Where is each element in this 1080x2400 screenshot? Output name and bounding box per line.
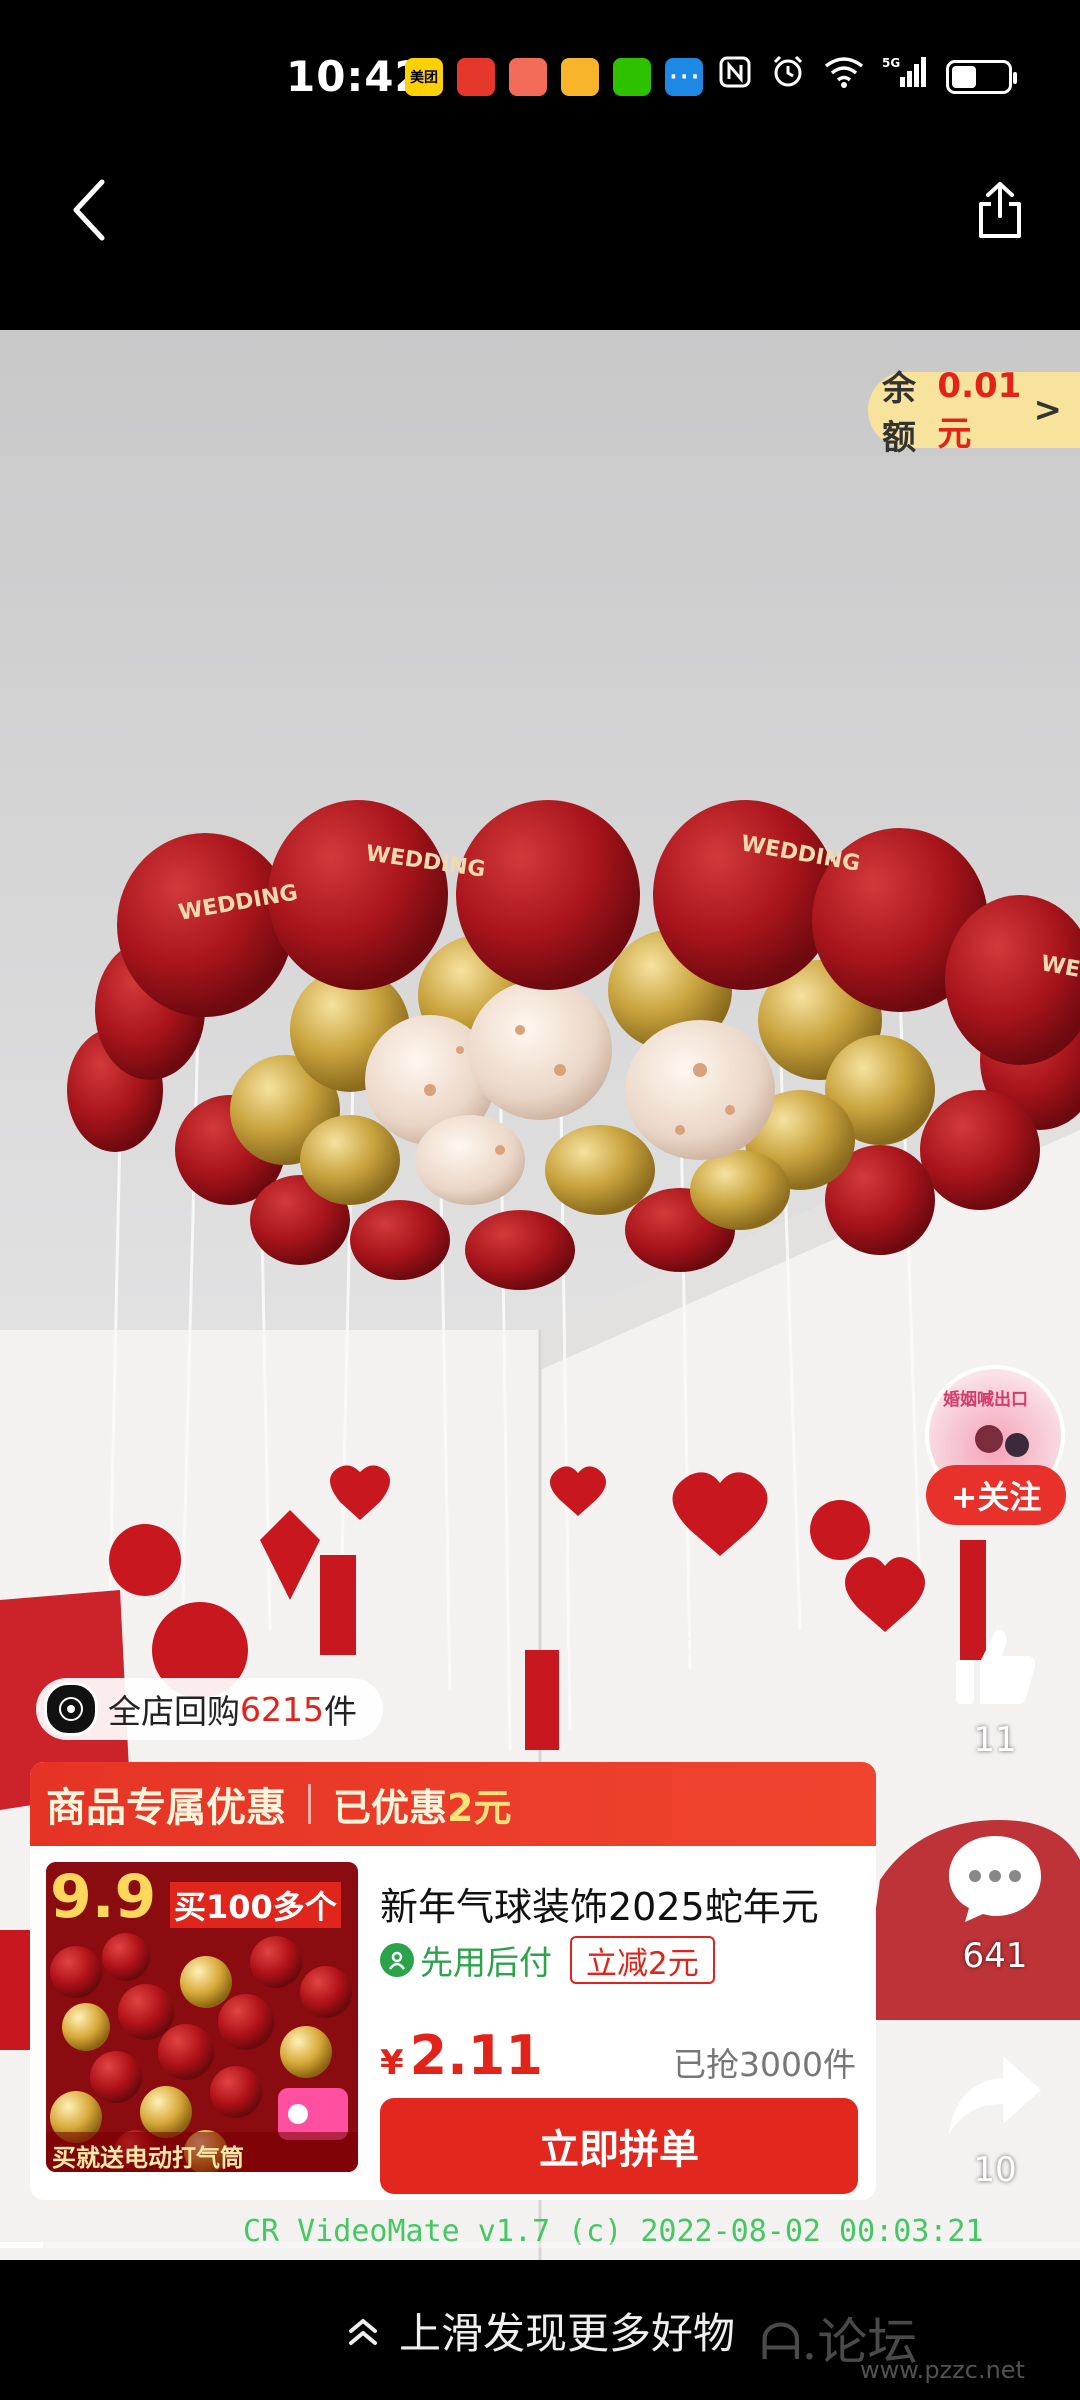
repurchase-count: 6215 xyxy=(240,1689,324,1729)
swipe-up-hint[interactable]: 上滑发现更多好物 xyxy=(0,2300,1080,2361)
comment-icon xyxy=(949,1836,1041,1922)
balance-label: 余额 xyxy=(882,369,916,458)
price-value: 2.11 xyxy=(409,2024,543,2087)
product-thumbnail[interactable]: 9.9 买100多个 买就送电动打气筒 xyxy=(46,1862,358,2172)
discount-applied-amount: 2元 xyxy=(447,1785,512,1830)
alarm-icon xyxy=(770,54,806,99)
thumb-promo-price: 9.9 xyxy=(50,1862,157,1932)
bottom-bar: 上滑发现更多好物 ᗩ.论坛 www.pzzc.net xyxy=(0,2260,1080,2400)
forward-arrow-icon xyxy=(949,2056,1041,2134)
meituan-icon: 美团 xyxy=(405,58,443,96)
back-button[interactable] xyxy=(50,170,130,250)
swipe-up-label: 上滑发现更多好物 xyxy=(398,2309,735,2358)
like-button[interactable]: 11 xyxy=(935,1620,1055,1760)
signal-icon: 5G xyxy=(882,55,928,98)
pay-later-label: 先用后付 xyxy=(420,1943,552,1982)
product-price: ¥ 2.11 xyxy=(380,2024,543,2087)
thumbs-up-icon xyxy=(956,1629,1036,1705)
wechat-icon xyxy=(613,58,651,96)
discount-tag: 立减2元 xyxy=(570,1936,715,1984)
app-red-icon xyxy=(457,58,495,96)
header-divider xyxy=(308,1784,311,1824)
more-icon: ··· xyxy=(668,56,701,97)
status-bar: 10:42 美团 ··· 5G xyxy=(0,0,1080,160)
top-nav xyxy=(0,160,1080,330)
pay-later-tag: 先用后付 xyxy=(380,1936,552,1984)
wifi-icon xyxy=(824,56,864,97)
network-label: 5G xyxy=(882,56,900,70)
comment-count: 641 xyxy=(962,1936,1028,1976)
balance-amount: 0.01元 xyxy=(937,365,1022,454)
notification-icons: 美团 xyxy=(405,58,703,96)
svg-text:地: 地 xyxy=(665,1687,691,1717)
double-chevron-up-icon xyxy=(348,2318,377,2345)
product-card[interactable]: 商品专属优惠 已优惠2元 9.9 买100多个 买就送电动打气筒 新年气球装饰2… xyxy=(30,1762,876,2200)
product-title[interactable]: 新年气球装饰2025蛇年元 xyxy=(380,1876,860,1931)
video-player[interactable]: WEDDING WEDDING WEDDING WED 天长地 余额 0.01元… xyxy=(0,330,1080,2260)
like-count: 11 xyxy=(973,1720,1017,1760)
repurchase-suffix: 件 xyxy=(323,1692,357,1731)
sold-count: 已抢3000件 xyxy=(673,2045,856,2084)
chevron-left-icon xyxy=(73,179,105,241)
app-pig-icon xyxy=(509,58,547,96)
store-repurchase-badge[interactable]: 全店回购 6215 件 xyxy=(36,1678,383,1740)
currency-symbol: ¥ xyxy=(380,2043,404,2083)
comment-button[interactable]: 641 xyxy=(935,1830,1055,1976)
balance-pill[interactable]: 余额 0.01元 > xyxy=(868,366,1080,458)
repurchase-prefix: 全店回购 xyxy=(108,1692,240,1731)
exclusive-offer-title: 商品专属优惠 xyxy=(46,1785,286,1831)
product-tags: 先用后付 立减2元 xyxy=(380,1936,715,1984)
battery-icon xyxy=(946,59,1018,94)
svg-text:天: 天 xyxy=(665,1627,691,1657)
store-logo-icon xyxy=(44,1682,98,1736)
svg-text:长: 长 xyxy=(665,1657,691,1687)
thumb-promo-text: 买100多个 xyxy=(170,1882,341,1928)
share-count: 10 xyxy=(973,2150,1017,2190)
video-progress-fill xyxy=(0,2242,43,2248)
thumb-bottom-text: 买就送电动打气筒 xyxy=(52,2144,244,2172)
chevron-right-icon: > xyxy=(1033,390,1063,430)
share-icon xyxy=(979,182,1021,238)
nfc-icon xyxy=(718,55,752,98)
clock: 10:42 xyxy=(286,52,425,101)
system-icons: ··· 5G xyxy=(668,54,1018,99)
share-action-button[interactable]: 10 xyxy=(935,2050,1055,2190)
weibo-icon xyxy=(561,58,599,96)
forum-url: www.pzzc.net xyxy=(860,2356,1025,2384)
card-header: 商品专属优惠 已优惠2元 xyxy=(30,1762,876,1846)
share-button[interactable] xyxy=(960,170,1040,250)
group-buy-button[interactable]: 立即拼单 xyxy=(380,2098,858,2194)
discount-applied-prefix: 已优惠 xyxy=(333,1785,448,1830)
discount-applied: 已优惠2元 xyxy=(333,1777,511,1832)
follow-button[interactable]: +关注 xyxy=(926,1465,1066,1525)
pay-later-icon xyxy=(380,1943,414,1977)
video-progress-bar[interactable] xyxy=(0,2242,1080,2248)
